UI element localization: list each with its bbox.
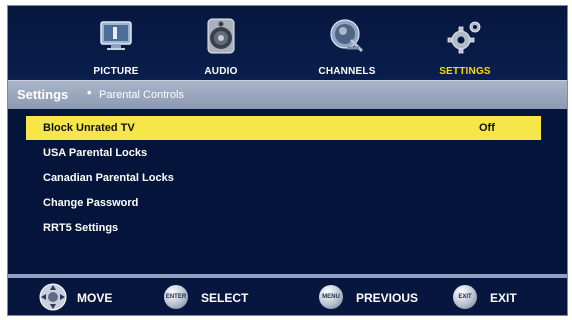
picture-icon bbox=[100, 21, 132, 50]
breadcrumb: Settings • Parental Controls bbox=[8, 80, 567, 109]
tab-label: CHANNELS bbox=[318, 66, 376, 77]
satellite-dish-icon bbox=[330, 19, 364, 53]
menu-item-value: Off bbox=[479, 122, 495, 134]
menu-key-label: MENU bbox=[319, 285, 343, 309]
tab-audio[interactable]: AUDIO bbox=[166, 12, 276, 78]
speaker-icon bbox=[207, 18, 235, 54]
previous-label: PREVIOUS bbox=[356, 291, 419, 305]
tab-label: PICTURE bbox=[93, 66, 139, 77]
move-label: MOVE bbox=[77, 291, 113, 305]
footer-hint-bar: MOVE ENTER SELECT MENU PREVIOUS EXIT EXI… bbox=[8, 278, 567, 315]
menu-item-canadian-parental-locks[interactable]: Canadian Parental Locks bbox=[26, 166, 541, 190]
menu-item-block-unrated-tv[interactable]: Block Unrated TV Off bbox=[26, 116, 541, 140]
tv-menu-window: PICTURE AUDIO CHANNELS SETTINGS Settings… bbox=[7, 5, 568, 316]
page-title: Parental Controls bbox=[99, 89, 184, 101]
enter-key-icon: ENTER bbox=[161, 282, 191, 312]
exit-key-icon: EXIT bbox=[450, 282, 480, 312]
exit-label: EXIT bbox=[490, 291, 517, 305]
menu-item-label: Block Unrated TV bbox=[43, 122, 135, 134]
menu-key-icon: MENU bbox=[316, 282, 346, 312]
menu-item-label: Change Password bbox=[43, 197, 139, 209]
dpad-icon bbox=[39, 283, 67, 311]
enter-key-label: ENTER bbox=[164, 285, 188, 309]
menu-item-label: RRT5 Settings bbox=[43, 222, 119, 234]
tab-settings[interactable]: SETTINGS bbox=[410, 12, 520, 78]
tab-label: SETTINGS bbox=[439, 66, 491, 77]
breadcrumb-section: Settings bbox=[17, 87, 69, 102]
menu-item-label: USA Parental Locks bbox=[43, 147, 148, 159]
top-menu-bar: PICTURE AUDIO CHANNELS SETTINGS bbox=[8, 6, 567, 80]
gear-icon bbox=[447, 21, 481, 54]
tab-channels[interactable]: CHANNELS bbox=[292, 12, 402, 78]
menu-item-rrt5-settings[interactable]: RRT5 Settings bbox=[26, 216, 541, 240]
exit-key-label: EXIT bbox=[453, 285, 477, 309]
menu-item-label: Canadian Parental Locks bbox=[43, 172, 174, 184]
tab-picture[interactable]: PICTURE bbox=[61, 12, 171, 78]
select-label: SELECT bbox=[201, 291, 249, 305]
menu-item-usa-parental-locks[interactable]: USA Parental Locks bbox=[26, 141, 541, 165]
breadcrumb-separator: • bbox=[87, 85, 92, 100]
menu-item-change-password[interactable]: Change Password bbox=[26, 191, 541, 215]
tab-label: AUDIO bbox=[204, 66, 238, 77]
